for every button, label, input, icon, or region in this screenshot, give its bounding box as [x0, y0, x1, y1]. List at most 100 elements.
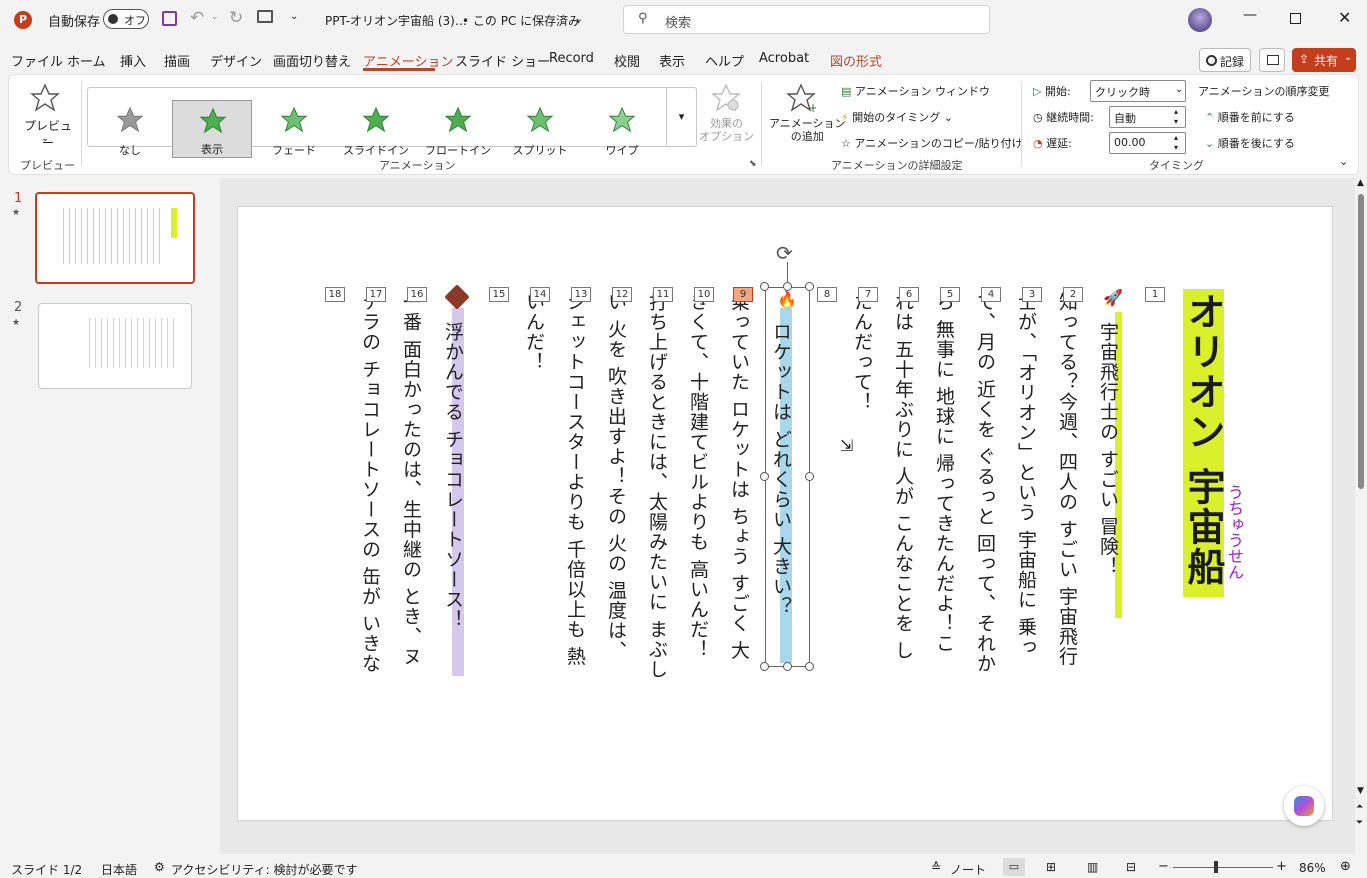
trigger-button[interactable]: ⚡ 開始のタイミング ⌄	[841, 109, 953, 125]
redo-icon[interactable]: ↻	[229, 8, 243, 28]
zoom-slider-thumb[interactable]	[1214, 861, 1218, 873]
animation-marker[interactable]: 1	[1145, 287, 1165, 302]
animation-marker[interactable]: 13	[571, 287, 591, 302]
slide-thumbnail-2[interactable]	[38, 303, 192, 389]
animation-marker[interactable]: 2	[1063, 287, 1083, 302]
resize-handle[interactable]	[805, 282, 814, 291]
reading-view-icon[interactable]: ▥	[1087, 860, 1098, 874]
tab-acrobat[interactable]: Acrobat	[759, 51, 809, 66]
text-line-5[interactable]: て、月の 近くを ぐるっと 回って、それか	[974, 292, 996, 673]
undo-dropdown-icon[interactable]: ⌄	[211, 12, 219, 22]
animation-marker[interactable]: 15	[489, 287, 509, 302]
maximize-icon[interactable]	[1290, 13, 1301, 24]
gallery-wipe[interactable]: ワイプ	[582, 100, 662, 158]
text-line-15[interactable]: ジェットコースターよりも 千倍以上も 熱	[564, 292, 586, 666]
delay-input[interactable]: 00.00 ▴ ▾	[1109, 132, 1186, 154]
animation-marker[interactable]: 7	[858, 287, 878, 302]
add-animation-button[interactable]: + アニメーション の追加	[767, 83, 846, 149]
gallery-fade[interactable]: フェード	[254, 100, 334, 158]
text-line-2[interactable]: 宇宙飛行士の すごい 冒険！	[1097, 322, 1119, 576]
resize-handle[interactable]	[783, 662, 792, 671]
minimize-icon[interactable]: —	[1243, 7, 1257, 23]
resize-handle[interactable]	[805, 472, 814, 481]
tab-view[interactable]: 表示	[659, 51, 685, 70]
animation-marker[interactable]: 8	[817, 287, 837, 302]
gallery-split[interactable]: スプリット	[500, 100, 580, 158]
tab-picture-format[interactable]: 図の形式	[830, 51, 882, 70]
accessibility-icon[interactable]: ⚙	[154, 860, 165, 874]
gallery-appear[interactable]: 表示	[172, 100, 252, 158]
animation-marker[interactable]: 6	[899, 287, 919, 302]
duration-input[interactable]: 自動 ▴ ▾	[1109, 106, 1186, 128]
scroll-down-icon[interactable]: ▼	[1357, 786, 1364, 796]
animation-marker[interactable]: 18	[325, 287, 345, 302]
resize-handle[interactable]	[760, 662, 769, 671]
gallery-float-in[interactable]: フロートイン	[418, 100, 498, 158]
search-box[interactable]: ⚲ 検索	[623, 5, 990, 34]
animation-marker[interactable]: 17	[366, 287, 386, 302]
resize-handle[interactable]	[760, 472, 769, 481]
record-button[interactable]: 記録	[1199, 48, 1251, 72]
text-line-6[interactable]: ら 無事に 地球に 帰ってきたんだよ！こ	[933, 292, 955, 653]
scroll-thumb[interactable]	[1358, 194, 1364, 489]
animation-marker[interactable]: 12	[612, 287, 632, 302]
notes-icon[interactable]: ≙	[931, 860, 941, 874]
text-line-16[interactable]: いんだ！	[523, 292, 545, 372]
comments-button[interactable]	[1259, 48, 1285, 72]
slideshow-view-icon[interactable]: ⊟	[1126, 860, 1136, 874]
tab-design[interactable]: デザイン	[210, 51, 262, 70]
notes-button[interactable]: ノート	[950, 861, 986, 878]
animation-marker-selected[interactable]: 9	[733, 287, 753, 302]
chevron-down-icon[interactable]: ⌄	[574, 12, 583, 25]
animation-pane-button[interactable]: ▤ アニメーション ウィンドウ	[841, 83, 990, 99]
preview-button[interactable]: プレビュー ⌄	[15, 81, 75, 150]
save-status[interactable]: • この PC に保存済み	[462, 12, 580, 29]
scroll-up-icon[interactable]: ▲	[1357, 178, 1364, 188]
animation-marker[interactable]: 11	[653, 287, 673, 302]
rotate-handle-icon[interactable]: ⟳	[776, 241, 793, 265]
accessibility-status[interactable]: アクセシビリティ: 検討が必要です	[171, 861, 358, 878]
text-line-17[interactable]: 浮かんでる チョコレートソース！	[442, 322, 464, 629]
resize-handle[interactable]	[783, 282, 792, 291]
zoom-out-icon[interactable]: −	[1158, 859, 1169, 874]
normal-view-icon[interactable]: ▭	[1003, 858, 1025, 876]
tab-record[interactable]: Record	[549, 51, 594, 66]
animation-marker[interactable]: 3	[1022, 287, 1042, 302]
present-icon[interactable]	[257, 10, 273, 23]
text-line-7[interactable]: れは 五十年ぶりに 人が こんなことを し	[892, 292, 914, 660]
selection-box[interactable]	[765, 287, 810, 667]
tab-file[interactable]: ファイル	[11, 51, 63, 70]
zoom-slider-track[interactable]	[1173, 867, 1273, 868]
zoom-in-icon[interactable]: +	[1276, 859, 1287, 874]
text-line-8[interactable]: たんだって！	[851, 292, 873, 412]
text-line-12[interactable]: きくて、十階建てビルよりも 高いんだ！	[687, 292, 709, 659]
text-line-13[interactable]: 打ち上げるときには、太陽みたいに まぶし	[646, 292, 668, 679]
close-icon[interactable]: ✕	[1338, 8, 1351, 27]
spinner-icon[interactable]: ▴ ▾	[1174, 107, 1178, 127]
prev-slide-icon[interactable]: ⏶	[1356, 802, 1363, 812]
resize-handle[interactable]	[760, 282, 769, 291]
avatar[interactable]	[1188, 8, 1212, 32]
animation-marker[interactable]: 10	[694, 287, 714, 302]
document-title[interactable]: PPT-オリオン宇宙船 (3)…	[325, 12, 467, 29]
gallery-more-button[interactable]: ▾	[666, 88, 696, 146]
text-line-3[interactable]: 知ってる？今週、四人の すごい 宇宙飛行	[1056, 292, 1078, 666]
undo-icon[interactable]: ↶	[190, 8, 204, 28]
move-later-button[interactable]: ⌄ 順番を後にする	[1205, 135, 1295, 151]
next-slide-icon[interactable]: ⏷	[1356, 818, 1363, 828]
animation-painter-button[interactable]: ☆ アニメーションのコピー/貼り付け	[841, 135, 1023, 151]
text-line-11[interactable]: 乗っていた ロケットは ちょう すごく 大	[728, 292, 750, 660]
slide-sorter-icon[interactable]: ⊞	[1046, 860, 1056, 874]
tab-insert[interactable]: 挿入	[120, 51, 146, 70]
customize-toolbar-icon[interactable]: ⌄	[290, 11, 298, 22]
language-indicator[interactable]: 日本語	[101, 861, 137, 878]
text-line-18[interactable]: 一番 面白かったのは、生中継の とき、ヌ	[400, 292, 422, 666]
share-button[interactable]: ⇪ 共有 ⌄	[1292, 48, 1356, 72]
spinner-icon[interactable]: ▴ ▾	[1174, 133, 1178, 153]
text-line-19[interactable]: テラの チョコレートソースの 缶が いきな	[359, 292, 381, 673]
animation-marker[interactable]: 5	[940, 287, 960, 302]
text-line-14[interactable]: い 火を 吹き出すよ！その 火の 温度は、	[605, 292, 627, 660]
tab-slideshow[interactable]: スライド ショー	[455, 51, 550, 70]
fit-to-window-icon[interactable]: ⊕	[1340, 859, 1351, 874]
tab-review[interactable]: 校閲	[614, 51, 640, 70]
